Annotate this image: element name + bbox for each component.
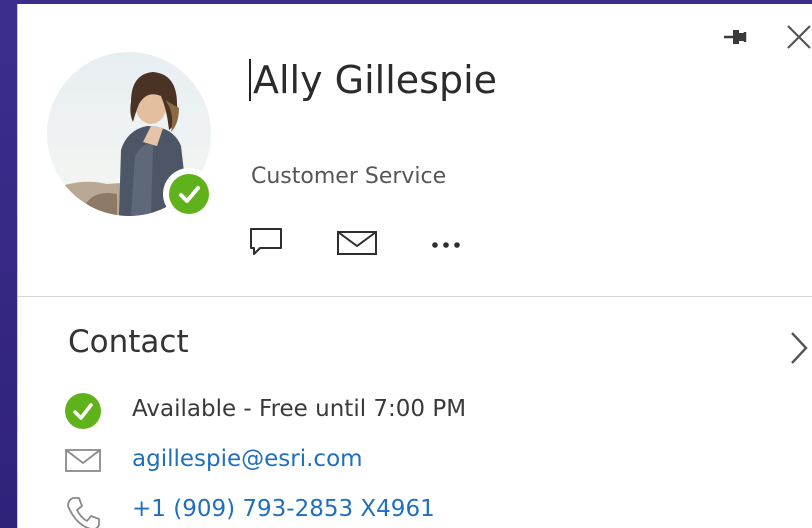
chevron-right-icon[interactable]: [784, 327, 812, 369]
contact-section-title: Contact: [68, 324, 189, 360]
contact-name-text: Ally Gillespie: [253, 58, 498, 102]
card-header: Ally Gillespie Customer Service: [18, 4, 812, 296]
phone-link[interactable]: +1 (909) 793-2853 X4961: [132, 496, 435, 522]
email-row: agillespie@esri.com: [18, 440, 812, 484]
phone-row: +1 (909) 793-2853 X4961: [18, 490, 812, 528]
window-frame-left: [0, 0, 17, 528]
availability-row: Available - Free until 7:00 PM: [18, 389, 812, 433]
mail-icon[interactable]: [336, 228, 378, 258]
contact-department: Customer Service: [251, 164, 447, 189]
availability-text: Available - Free until 7:00 PM: [132, 396, 467, 422]
more-icon[interactable]: [428, 226, 468, 256]
email-link[interactable]: agillespie@esri.com: [132, 446, 363, 472]
chat-icon[interactable]: [248, 224, 284, 260]
mail-icon: [64, 448, 102, 478]
section-divider: [18, 296, 812, 297]
available-status-icon: [64, 392, 102, 434]
phone-icon: [64, 494, 102, 528]
close-icon[interactable]: [780, 18, 812, 54]
pin-icon[interactable]: [718, 22, 752, 52]
contact-card: Ally Gillespie Customer Service Contact …: [17, 4, 812, 528]
text-cursor: [249, 59, 251, 101]
presence-available-icon: [163, 168, 215, 220]
contact-name[interactable]: Ally Gillespie: [249, 58, 497, 102]
